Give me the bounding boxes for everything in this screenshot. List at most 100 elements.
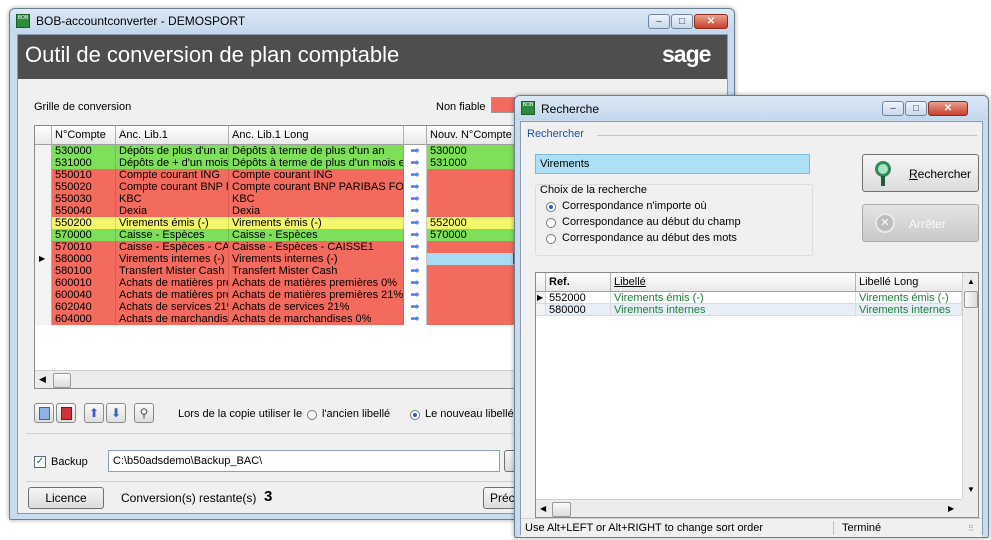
copy-arrow-icon[interactable]: ➡ — [404, 205, 427, 217]
licence-button[interactable]: Licence — [28, 487, 104, 509]
maximize-icon[interactable]: □ — [671, 14, 693, 29]
option-field-start-label: Correspondance au début du champ — [562, 216, 741, 228]
results-scroll-right-icon[interactable]: ▶ — [948, 504, 954, 513]
grid-hscroll-thumb[interactable] — [53, 373, 71, 388]
radio-new-label[interactable] — [410, 410, 420, 420]
table-row[interactable]: 570000 Caisse - Espèces Caisse - Espèces ➡ 5… — [35, 229, 529, 241]
row-indicator — [35, 241, 52, 253]
magnifier-icon — [875, 161, 891, 177]
table-row[interactable]: 530000 Dépôts de plus d'un an Dépôts à ter… — [35, 145, 529, 157]
table-row[interactable]: ▶ 580000 Virements internes (-) Virements i… — [35, 253, 529, 265]
table-row[interactable]: 550010 Compte courant ING Compte courant I… — [35, 169, 529, 181]
table-row[interactable]: 550200 Virements émis (-) Virements émis (… — [35, 217, 529, 229]
cell-compte: 550040 — [52, 205, 116, 217]
result-ref: 552000 — [546, 292, 611, 304]
copy-arrow-icon[interactable]: ➡ — [404, 277, 427, 289]
table-row[interactable]: 570010 Caisse - Espèces - CAIS Caisse - Es… — [35, 241, 529, 253]
copy-arrow-icon[interactable]: ➡ — [404, 145, 427, 157]
table-row[interactable]: 602040 Achats de services 21% Achats de se… — [35, 301, 529, 313]
conversion-grid[interactable]: N°Compte Anc. Lib.1 Anc. Lib.1 Long Nouv… — [34, 125, 530, 389]
cell-anc-lib: Virements émis (-) — [116, 217, 229, 229]
col-header-libelle[interactable]: Libellé — [611, 273, 856, 292]
col-header-ref[interactable]: Ref. — [546, 273, 611, 292]
delete-icon[interactable] — [56, 403, 76, 423]
copy-arrow-icon[interactable]: ➡ — [404, 217, 427, 229]
cell-anc-lib: Caisse - Espèces - CAIS — [116, 241, 229, 253]
search-input[interactable]: Virements — [535, 154, 810, 174]
cell-compte: 530000 — [52, 145, 116, 157]
option-word-start-radio[interactable] — [546, 234, 556, 244]
table-row[interactable]: 604000 Achats de marchandise Achats de mar… — [35, 313, 529, 325]
minimize-icon[interactable]: ‒ — [648, 14, 670, 29]
results-hscroll-thumb[interactable] — [552, 502, 571, 517]
copy-arrow-icon[interactable]: ➡ — [404, 313, 427, 325]
cell-anc-lib-long: Dépôts à terme de plus d'un mois et — [229, 157, 404, 169]
conversions-label: Conversion(s) restante(s) — [121, 491, 257, 505]
copy-arrow-icon[interactable]: ➡ — [404, 193, 427, 205]
move-down-icon[interactable]: ⬇ — [106, 403, 126, 423]
table-row[interactable]: 600040 Achats de matières pren Achats de m… — [35, 289, 529, 301]
table-row[interactable]: 580100 Transfert Mister Cash Transfert Mis… — [35, 265, 529, 277]
result-row[interactable]: 580000 Virements internes Virements intern… — [536, 304, 962, 316]
table-row[interactable]: 550020 Compte courant BNP P Compte courant… — [35, 181, 529, 193]
main-window-title: BOB-accountconverter - DEMOSPORT — [36, 14, 246, 28]
search-minimize-icon[interactable]: ‒ — [882, 101, 904, 116]
cell-compte: 580100 — [52, 265, 116, 277]
results-vscrollbar[interactable]: ▲ ▼ — [962, 273, 978, 499]
cell-compte: 570010 — [52, 241, 116, 253]
status-text: Use Alt+LEFT or Alt+RIGHT to change sort… — [525, 522, 764, 534]
close-icon[interactable]: ✕ — [694, 14, 728, 29]
row-indicator: ▶ — [35, 253, 52, 265]
copy-arrow-icon[interactable]: ➡ — [404, 241, 427, 253]
col-header-libelle-text: Libellé — [614, 276, 646, 288]
result-row[interactable]: ▶ 552000 Virements émis (-) Virements émis … — [536, 292, 962, 304]
col-header-anc-lib[interactable]: Anc. Lib.1 — [116, 126, 229, 145]
resize-grip-icon[interactable]: ⠿ — [968, 524, 974, 533]
copy-arrow-icon[interactable]: ➡ — [404, 301, 427, 313]
copy-icon[interactable] — [34, 403, 54, 423]
option-field-start-radio[interactable] — [546, 218, 556, 228]
row-indicator — [35, 229, 52, 241]
scroll-down-icon[interactable]: ▼ — [967, 485, 975, 494]
row-header-corner — [35, 126, 52, 145]
copy-arrow-icon[interactable]: ➡ — [404, 169, 427, 181]
col-header-libelle-long[interactable]: Libellé Long — [856, 273, 963, 292]
search-tool-icon[interactable]: ⚲ — [134, 403, 154, 423]
grid-hscrollbar[interactable]: ◀ — [35, 370, 529, 388]
rechercher-button[interactable]: Rechercher — [862, 154, 979, 192]
search-maximize-icon[interactable]: □ — [905, 101, 927, 116]
search-group-label: Rechercher — [527, 128, 584, 140]
scroll-up-icon[interactable]: ▲ — [967, 277, 975, 286]
copy-arrow-icon[interactable]: ➡ — [404, 157, 427, 169]
move-up-icon[interactable]: ⬆ — [84, 403, 104, 423]
option-word-start-label: Correspondance au début des mots — [562, 232, 737, 244]
results-vscroll-thumb[interactable] — [964, 291, 978, 308]
copy-arrow-icon[interactable]: ➡ — [404, 181, 427, 193]
radio-old-label[interactable] — [307, 410, 317, 420]
main-titlebar[interactable]: BOB BOB-accountconverter - DEMOSPORT ‒ □… — [10, 9, 734, 33]
row-indicator — [35, 145, 52, 157]
table-row[interactable]: 550030 KBC KBC ➡ — [35, 193, 529, 205]
col-header-compte[interactable]: N°Compte — [52, 126, 116, 145]
copy-arrow-icon[interactable]: ➡ — [404, 253, 427, 265]
backup-path-field[interactable]: C:\b50adsdemo\Backup_BAC\ — [108, 450, 500, 472]
table-row[interactable]: 550040 Dexia Dexia ➡ — [35, 205, 529, 217]
copy-arrow-icon[interactable]: ➡ — [404, 229, 427, 241]
search-close-icon[interactable]: ✕ — [928, 101, 968, 116]
results-hscrollbar[interactable]: ◀ ▶ — [536, 499, 962, 517]
col-header-anc-lib-long[interactable]: Anc. Lib.1 Long — [229, 126, 404, 145]
cell-anc-lib-long: Dépôts à terme de plus d'un an — [229, 145, 404, 157]
cell-compte: 580000 — [52, 253, 116, 265]
results-grid[interactable]: Ref. Libellé Libellé Long ▶ 552000 Viremen… — [535, 272, 979, 518]
copy-arrow-icon[interactable]: ➡ — [404, 289, 427, 301]
backup-checkbox[interactable]: ✓ — [34, 456, 46, 468]
arreter-button[interactable]: ✕ Arrêter — [862, 204, 979, 242]
cell-anc-lib-long: Caisse - Espèces — [229, 229, 404, 241]
table-row[interactable]: 600010 Achats de matières pren Achats de m… — [35, 277, 529, 289]
copy-arrow-icon[interactable]: ➡ — [404, 265, 427, 277]
scroll-left-icon[interactable]: ◀ — [39, 374, 46, 385]
results-scroll-left-icon[interactable]: ◀ — [540, 504, 546, 513]
option-anywhere-radio[interactable] — [546, 202, 556, 212]
search-titlebar[interactable]: BOB Recherche ‒ □ ✕ — [515, 96, 988, 120]
table-row[interactable]: 531000 Dépôts de + d'un mois et Dépôts à t… — [35, 157, 529, 169]
